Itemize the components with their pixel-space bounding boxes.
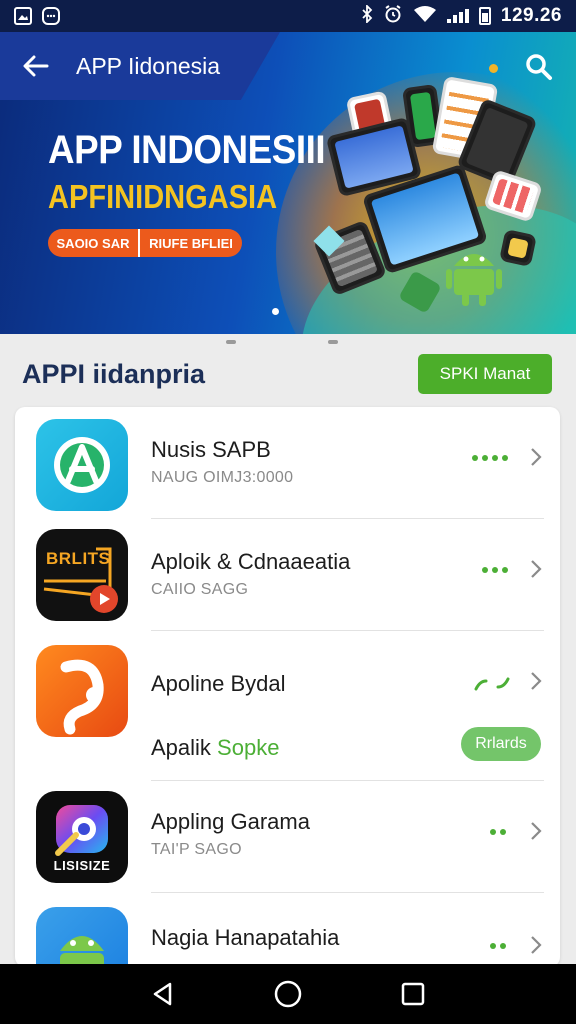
banner-title: APP INDONESIII xyxy=(48,128,326,172)
app-subtitle: TAI'P SAGO xyxy=(151,841,242,858)
drag-handle[interactable] xyxy=(328,340,338,344)
status-dots xyxy=(482,567,508,573)
section-action-button[interactable]: SPKI Manat xyxy=(418,354,552,394)
section-title: APPI iidanpria xyxy=(22,358,206,389)
gallery-icon xyxy=(14,7,32,25)
banner-pill[interactable]: SAOIO SAR RIUFE BFLIEI xyxy=(48,229,242,257)
app-bar-title: APP Iidonesia xyxy=(76,52,221,79)
app-name: Appling Garama xyxy=(151,809,310,834)
loading-indicator-icon xyxy=(474,677,510,691)
banner-pill-left: SAOIO SAR xyxy=(48,229,140,257)
list-item[interactable]: Nusis SAPB NAUG OIMJ3:0000 xyxy=(15,407,560,519)
chevron-right-icon xyxy=(531,448,542,466)
battery-icon xyxy=(478,7,491,25)
status-dots xyxy=(490,829,506,835)
chevron-right-icon xyxy=(531,560,542,578)
chevron-right-icon xyxy=(531,822,542,840)
list-item[interactable]: Apoline Bydal Apalik Sopke Rrlards xyxy=(15,631,560,781)
status-dots xyxy=(490,943,506,949)
app-name: Nagia Hanapatahia xyxy=(151,925,340,950)
system-nav-bar xyxy=(0,964,576,1024)
wifi-icon xyxy=(413,5,437,28)
list-item[interactable]: LISISIZE Appling Garama TAI'P SAGO xyxy=(15,781,560,893)
banner-accent-dot xyxy=(489,64,498,73)
hero-banner[interactable]: APP Iidonesia APP INDONESIII APFINIDNGAS… xyxy=(0,32,576,334)
android-app-icon xyxy=(36,907,128,967)
section-header: APPI iidanpria SPKI Manat xyxy=(22,352,552,396)
search-icon[interactable] xyxy=(524,52,554,82)
list-item[interactable]: Nagia Hanapatahia xyxy=(15,893,560,967)
back-icon[interactable] xyxy=(143,974,183,1014)
bluetooth-icon xyxy=(361,3,373,27)
banner-subtitle: APFINIDNGASIA xyxy=(48,178,278,215)
message-icon xyxy=(42,7,60,25)
app-store-icon xyxy=(36,419,128,511)
status-dots xyxy=(472,455,508,461)
app-name: Nusis SAPB xyxy=(151,437,271,462)
game-app-icon: BRLITS xyxy=(36,529,128,621)
chevron-right-icon xyxy=(531,672,542,690)
rewards-button[interactable]: Rrlards xyxy=(461,727,541,761)
app-subtitle: CAIIO SAGG xyxy=(151,581,249,598)
recents-icon[interactable] xyxy=(393,974,433,1014)
status-time: 129.26 xyxy=(500,5,562,26)
app-name: Aploik & Cdnaaeatia xyxy=(151,549,351,574)
app-list: Nusis SAPB NAUG OIMJ3:0000 BRLITS Aploik… xyxy=(15,407,560,967)
app-subtitle: NAUG OIMJ3:0000 xyxy=(151,469,294,486)
audio-app-icon xyxy=(36,645,128,737)
list-item[interactable]: BRLITS Aploik & Cdnaaeatia CAIIO SAGG xyxy=(15,519,560,631)
status-bar: 129.26 xyxy=(0,0,576,32)
arrow-left-icon[interactable] xyxy=(22,52,50,80)
app-bar: APP Iidonesia xyxy=(0,32,280,100)
chevron-right-icon xyxy=(531,936,542,954)
app-name: Apoline Bydal xyxy=(151,671,286,696)
home-icon[interactable] xyxy=(268,974,308,1014)
signal-icon xyxy=(446,9,469,23)
app-secondary-name: Apalik Sopke xyxy=(151,735,280,760)
gradient-app-icon: LISISIZE xyxy=(36,791,128,883)
android-mascot-icon xyxy=(446,238,502,313)
banner-pill-right: RIUFE BFLIEI xyxy=(149,235,233,251)
alarm-icon xyxy=(383,4,403,29)
banner-page-indicator xyxy=(272,308,279,315)
drag-handle[interactable] xyxy=(226,340,236,344)
